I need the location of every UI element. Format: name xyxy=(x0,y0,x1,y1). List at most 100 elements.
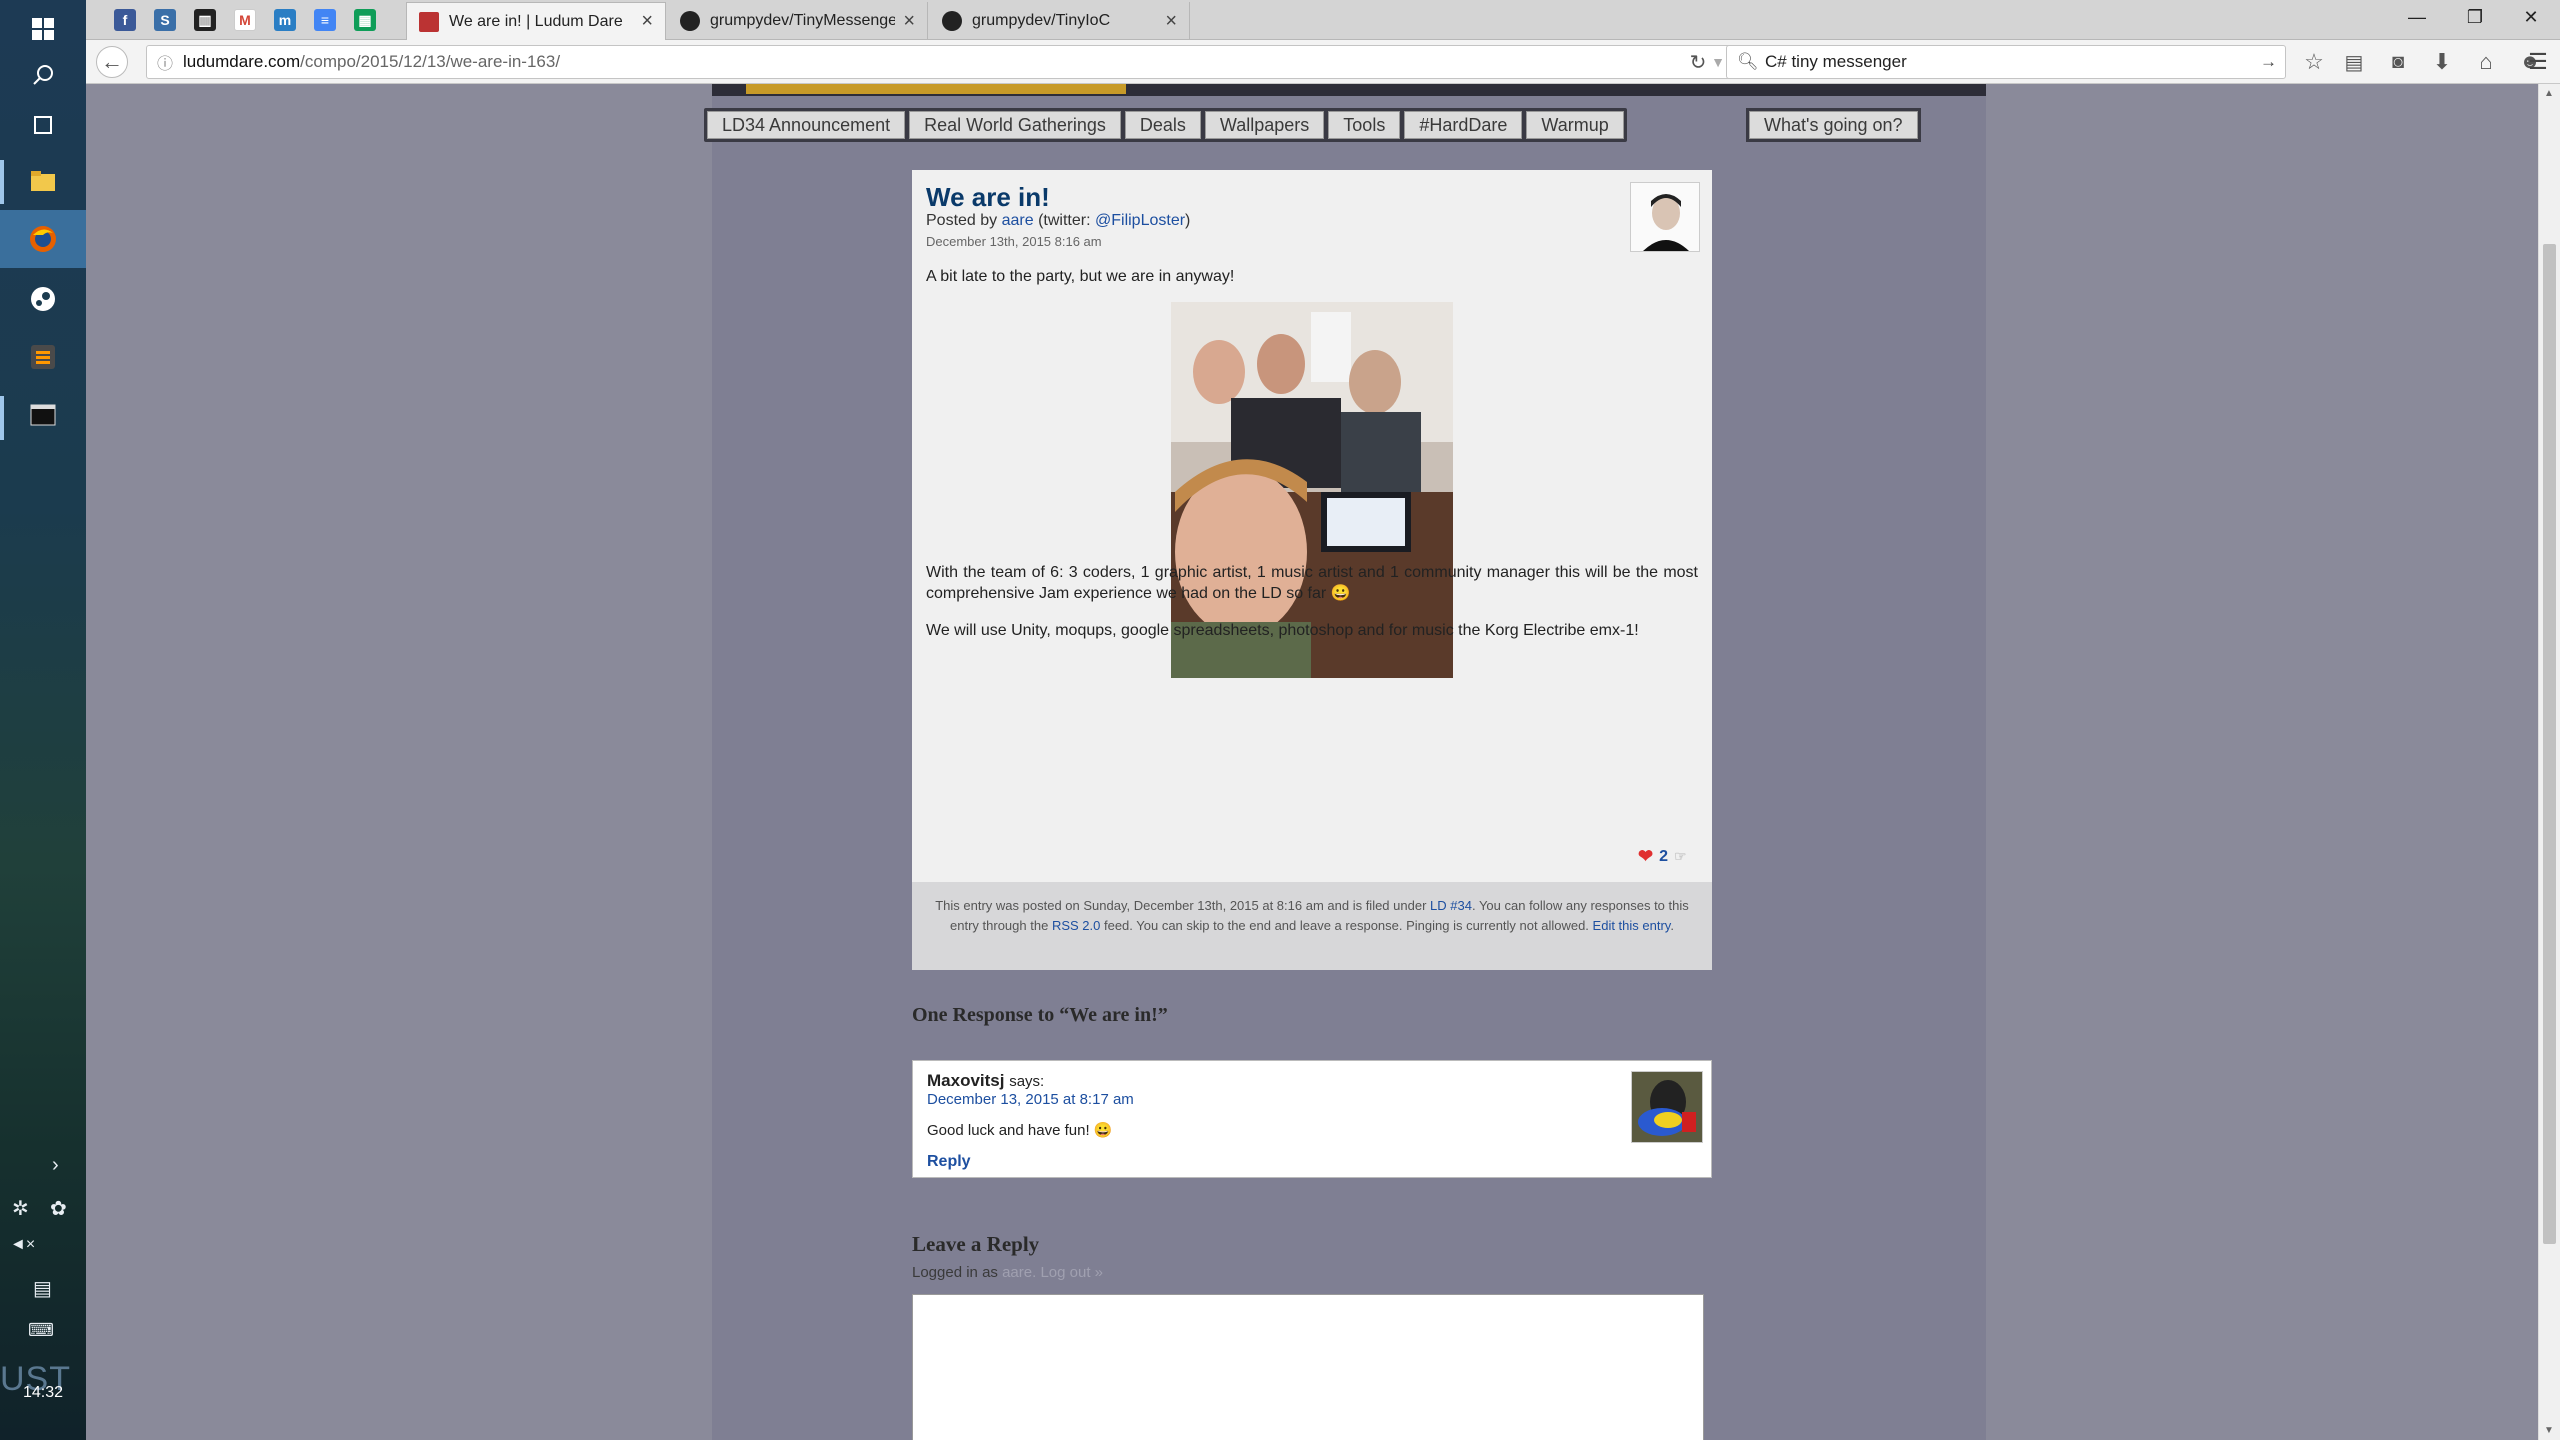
reply-link[interactable]: Reply xyxy=(927,1153,971,1171)
steam-tray-icon[interactable]: ✿ xyxy=(50,1196,67,1221)
terminal-icon[interactable] xyxy=(0,386,86,444)
site-info-icon[interactable]: ⓘ xyxy=(157,50,173,74)
moqups-icon: m xyxy=(274,9,296,31)
stackoverflow-icon: S xyxy=(154,9,176,31)
post-paragraph-1: With the team of 6: 3 coders, 1 graphic … xyxy=(926,564,1698,602)
scroll-up-icon[interactable]: ▲ xyxy=(2544,88,2554,99)
logged-in-status: Logged in as aare. Log out » xyxy=(912,1264,1104,1281)
restore-icon[interactable]: ❐ xyxy=(2446,0,2504,34)
web-page: LD34 Announcement Real World Gatherings … xyxy=(86,84,2538,1440)
address-bar[interactable]: ⓘ ludumdare.com/compo/2015/12/13/we-are-… xyxy=(146,45,1736,79)
github-icon xyxy=(942,11,962,31)
windows-taskbar: › ✲ ✿ ◄× ▤ ⌨ UST 14:32 xyxy=(0,0,86,1440)
search-go-icon[interactable]: → xyxy=(2260,52,2277,72)
post-footer: This entry was posted on Sunday, Decembe… xyxy=(912,882,1712,970)
twitter-link[interactable]: @FilipLoster xyxy=(1095,212,1185,229)
page-scrollbar[interactable]: ▲ ▼ xyxy=(2538,84,2560,1440)
google-sheets-icon: ▦ xyxy=(354,9,376,31)
category-link[interactable]: LD #34 xyxy=(1430,898,1472,913)
file-explorer-icon[interactable] xyxy=(0,152,86,210)
thumb-icon[interactable]: ☞ xyxy=(1674,848,1687,865)
system-clock[interactable]: 14:32 xyxy=(0,1384,86,1402)
action-center-icon[interactable]: ▤ xyxy=(33,1276,52,1301)
show-hidden-icons-icon[interactable]: › xyxy=(52,1154,59,1177)
reply-textarea[interactable] xyxy=(912,1294,1704,1440)
commenter-avatar-image xyxy=(1632,1072,1702,1142)
pinned-tab-trello[interactable]: ▥ xyxy=(188,6,222,34)
reload-icon[interactable]: ↻ xyxy=(1682,46,1714,78)
nav-link-warmup[interactable]: Warmup xyxy=(1526,111,1624,139)
tab-ludum-dare[interactable]: We are in! | Ludum Dare × xyxy=(406,2,666,40)
bookmarks-list-icon[interactable]: ▤ xyxy=(2338,46,2370,78)
trello-icon: ▥ xyxy=(194,9,216,31)
footer-text-3: feed. You can skip to the end and leave … xyxy=(1103,918,1589,933)
blog-post: We are in! Posted by aare (twitter: @Fil… xyxy=(912,170,1712,970)
search-bar[interactable]: 🔍︎ C# tiny messenger → xyxy=(1726,45,2286,79)
pinned-tab-facebook[interactable]: f xyxy=(108,6,142,34)
nav-link-deals[interactable]: Deals xyxy=(1124,111,1201,139)
firefox-icon[interactable] xyxy=(0,210,86,268)
bookmark-star-icon[interactable]: ☆ xyxy=(2298,46,2330,78)
post-byline: Posted by aare (twitter: @FilipLoster) xyxy=(926,212,1190,230)
pinned-tab-moqups[interactable]: m xyxy=(268,6,302,34)
back-icon[interactable]: ← xyxy=(96,46,128,78)
pinned-tab-gmail[interactable]: M xyxy=(228,6,262,34)
search-icon: 🔍︎ xyxy=(1737,52,1759,71)
github-icon xyxy=(680,11,700,31)
post-intro: A bit late to the party, but we are in a… xyxy=(926,268,1235,285)
whats-going-on-container: What's going on? xyxy=(1746,108,1921,142)
pocket-icon[interactable]: ◙ xyxy=(2382,46,2414,78)
edit-entry-link[interactable]: Edit this entry xyxy=(1593,918,1671,933)
scroll-down-icon[interactable]: ▼ xyxy=(2544,1425,2554,1436)
nav-link-tools[interactable]: Tools xyxy=(1328,111,1401,139)
task-view-icon[interactable] xyxy=(0,96,86,154)
pinned-tab-stackoverflow[interactable]: S xyxy=(148,6,182,34)
nav-link-wallpapers[interactable]: Wallpapers xyxy=(1204,111,1325,139)
close-tab-icon[interactable]: × xyxy=(903,10,915,33)
site-logo[interactable] xyxy=(746,84,1126,94)
minimize-icon[interactable]: — xyxy=(2388,0,2446,34)
sublime-text-icon[interactable] xyxy=(0,328,86,386)
scrollbar-thumb[interactable] xyxy=(2543,244,2556,1244)
tab-tinymessenger[interactable]: grumpydev/TinyMessenger × xyxy=(668,2,928,40)
nav-link-harddare[interactable]: #HardDare xyxy=(1404,111,1523,139)
comment-date-link[interactable]: December 13, 2015 at 8:17 am xyxy=(927,1091,1134,1108)
tab-title: grumpydev/TinyIoC xyxy=(972,12,1111,29)
home-icon[interactable]: ⌂ xyxy=(2470,46,2502,78)
steam-icon[interactable] xyxy=(0,270,86,328)
author-avatar[interactable] xyxy=(1630,182,1700,252)
likes-count: 2 xyxy=(1659,847,1668,865)
post-title[interactable]: We are in! xyxy=(926,182,1050,213)
whats-going-on-button[interactable]: What's going on? xyxy=(1749,111,1918,139)
url-path: /compo/2015/12/13/we-are-in-163/ xyxy=(300,52,561,71)
google-docs-icon: ≡ xyxy=(314,9,336,31)
twitter-prefix: (twitter: xyxy=(1038,212,1091,229)
close-tab-icon[interactable]: × xyxy=(641,10,653,33)
tab-title: grumpydev/TinyMessenger xyxy=(710,12,896,29)
logged-in-user-link[interactable]: aare xyxy=(1002,1264,1032,1281)
author-link[interactable]: aare xyxy=(1002,212,1034,229)
footer-text-1: This entry was posted on Sunday, Decembe… xyxy=(935,898,1427,913)
menu-icon[interactable]: ☰ xyxy=(2522,46,2554,78)
likes-counter[interactable]: ❤ 2 ☞ xyxy=(1638,846,1687,867)
nav-link-real-world-gatherings[interactable]: Real World Gatherings xyxy=(909,111,1121,139)
volume-muted-icon[interactable]: ◄× xyxy=(10,1236,35,1254)
nav-link-ld34-announcement[interactable]: LD34 Announcement xyxy=(707,111,906,139)
pinned-tab-google-sheets[interactable]: ▦ xyxy=(348,6,382,34)
pinned-tab-google-docs[interactable]: ≡ xyxy=(308,6,342,34)
downloads-icon[interactable]: ⬇ xyxy=(2426,46,2458,78)
post-paragraph-2: We will use Unity, moqups, google spread… xyxy=(926,622,1639,639)
facebook-icon: f xyxy=(114,9,136,31)
close-tab-icon[interactable]: × xyxy=(1165,10,1177,33)
keyboard-icon[interactable]: ⌨ xyxy=(28,1320,54,1341)
comment-author-name[interactable]: Maxovitsj xyxy=(927,1071,1004,1090)
responses-heading: One Response to “We are in!” xyxy=(912,1004,1168,1026)
tab-title: We are in! | Ludum Dare xyxy=(449,12,623,30)
commenter-avatar[interactable] xyxy=(1631,1071,1703,1143)
tab-tinyioc[interactable]: grumpydev/TinyIoC × xyxy=(930,2,1190,40)
network-icon[interactable]: ✲ xyxy=(12,1196,29,1221)
close-window-icon[interactable]: ✕ xyxy=(2502,0,2560,34)
rss-link[interactable]: RSS 2.0 xyxy=(1052,918,1100,933)
logout-link[interactable]: Log out » xyxy=(1040,1264,1103,1281)
heart-icon[interactable]: ❤ xyxy=(1638,846,1653,867)
